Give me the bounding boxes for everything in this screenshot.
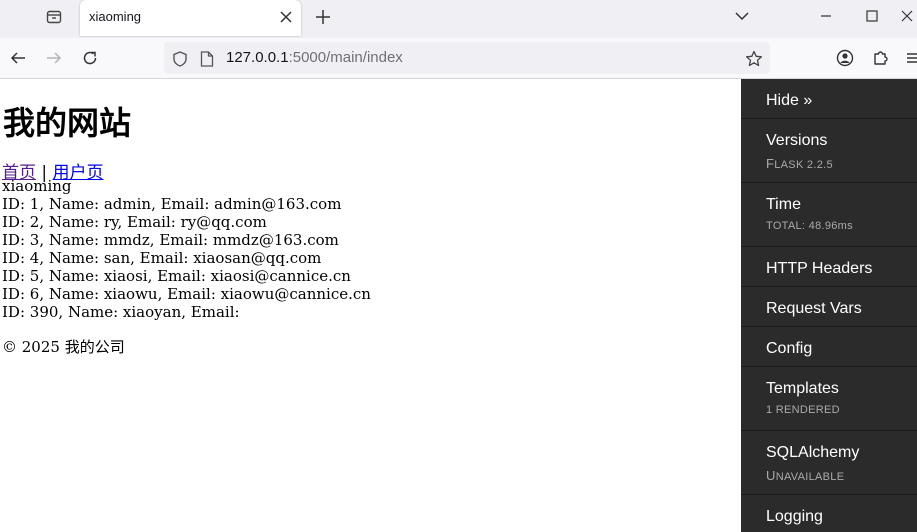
bookmark-star-icon[interactable] [745,50,763,68]
debug-panel-http-headers[interactable]: HTTP Headers [741,247,917,287]
new-tab-icon[interactable] [312,6,334,28]
debug-http-headers-title: HTTP Headers [766,260,873,277]
extensions-icon[interactable] [869,46,893,70]
debug-hide-label: Hide » [766,92,813,109]
debug-templates-subtitle: 1 RENDERED [766,404,840,416]
debug-request-vars-title: Request Vars [766,300,862,317]
account-icon[interactable] [833,46,857,70]
window-close-icon[interactable] [901,4,917,28]
debug-templates-title: Templates [766,380,839,397]
debug-panel-request-vars[interactable]: Request Vars [741,287,917,327]
debug-panel-templates[interactable]: Templates 1 RENDERED [741,367,917,431]
current-username: xiaoming [2,177,72,195]
debug-time-subtitle: TOTAL: 48.96ms [766,220,853,232]
debug-panel-config[interactable]: Config [741,327,917,367]
debug-config-title: Config [766,340,813,357]
debug-panel-sqlalchemy[interactable]: SQLAlchemy Unavailable [741,431,917,495]
debug-versions-subtitle: Flask 2.2.5 [766,156,917,171]
debug-panel-time[interactable]: Time TOTAL: 48.96ms [741,183,917,247]
shield-icon[interactable] [171,50,189,68]
debug-logging-title: Logging [766,508,823,525]
debug-panel-logging[interactable]: Logging [741,495,917,532]
debug-versions-sub-rest: lask 2.2.5 [774,159,833,171]
maximize-icon[interactable] [858,4,886,28]
navigation-toolbar: 127.0.0.1:5000/main/index [0,38,917,79]
browser-tab[interactable]: xiaoming [80,0,301,36]
page-icon[interactable] [198,50,216,68]
user-row: ID: 5, Name: xiaosi, Email: xiaosi@canni… [2,267,351,285]
menu-icon[interactable] [905,46,917,70]
url-text[interactable]: 127.0.0.1:5000/main/index [226,49,403,66]
debug-toolbar: Hide » Versions Flask 2.2.5 Time TOTAL: … [741,79,917,532]
user-row: ID: 390, Name: xiaoyan, Email: [2,303,240,321]
user-row: ID: 1, Name: admin, Email: admin@163.com [2,195,342,213]
address-bar[interactable]: 127.0.0.1:5000/main/index [164,42,770,74]
debug-sqlalchemy-sub-initial: U [766,468,776,483]
user-row: ID: 3, Name: mmdz, Email: mmdz@163.com [2,231,339,249]
url-path: :5000/main/index [288,49,403,66]
tab-list-icon[interactable] [40,4,68,30]
site-title: 我的网站 [3,104,132,142]
tab-title: xiaoming [89,9,142,24]
minimize-icon[interactable] [812,4,840,28]
debug-sqlalchemy-subtitle: Unavailable [766,468,917,483]
debug-hide-button[interactable]: Hide » [741,79,917,119]
user-row: ID: 4, Name: san, Email: xiaosan@qq.com [2,249,322,267]
user-row: ID: 2, Name: ry, Email: ry@qq.com [2,213,267,231]
user-row: ID: 6, Name: xiaowu, Email: xiaowu@canni… [2,285,371,303]
close-tab-icon[interactable] [276,7,296,27]
debug-versions-title: Versions [766,132,828,149]
debug-sqlalchemy-title: SQLAlchemy [766,444,860,461]
debug-panel-versions[interactable]: Versions Flask 2.2.5 [741,119,917,183]
url-host: 127.0.0.1 [226,49,289,66]
user-list: xiaoming ID: 1, Name: admin, Email: admi… [2,177,371,321]
chevron-down-icon[interactable] [728,4,756,28]
footer: © 2025 我的公司 [2,338,125,356]
forward-arrow-icon[interactable] [42,46,66,70]
debug-time-title: Time [766,196,801,213]
debug-versions-sub-initial: F [766,156,775,171]
debug-sqlalchemy-sub-rest: navailable [775,471,845,483]
tab-strip: xiaoming [0,0,917,38]
back-arrow-icon[interactable] [6,46,30,70]
reload-icon[interactable] [78,46,102,70]
page-content: 我的网站 首页 | 用户页 xiaoming ID: 1, Name: admi… [0,79,741,532]
